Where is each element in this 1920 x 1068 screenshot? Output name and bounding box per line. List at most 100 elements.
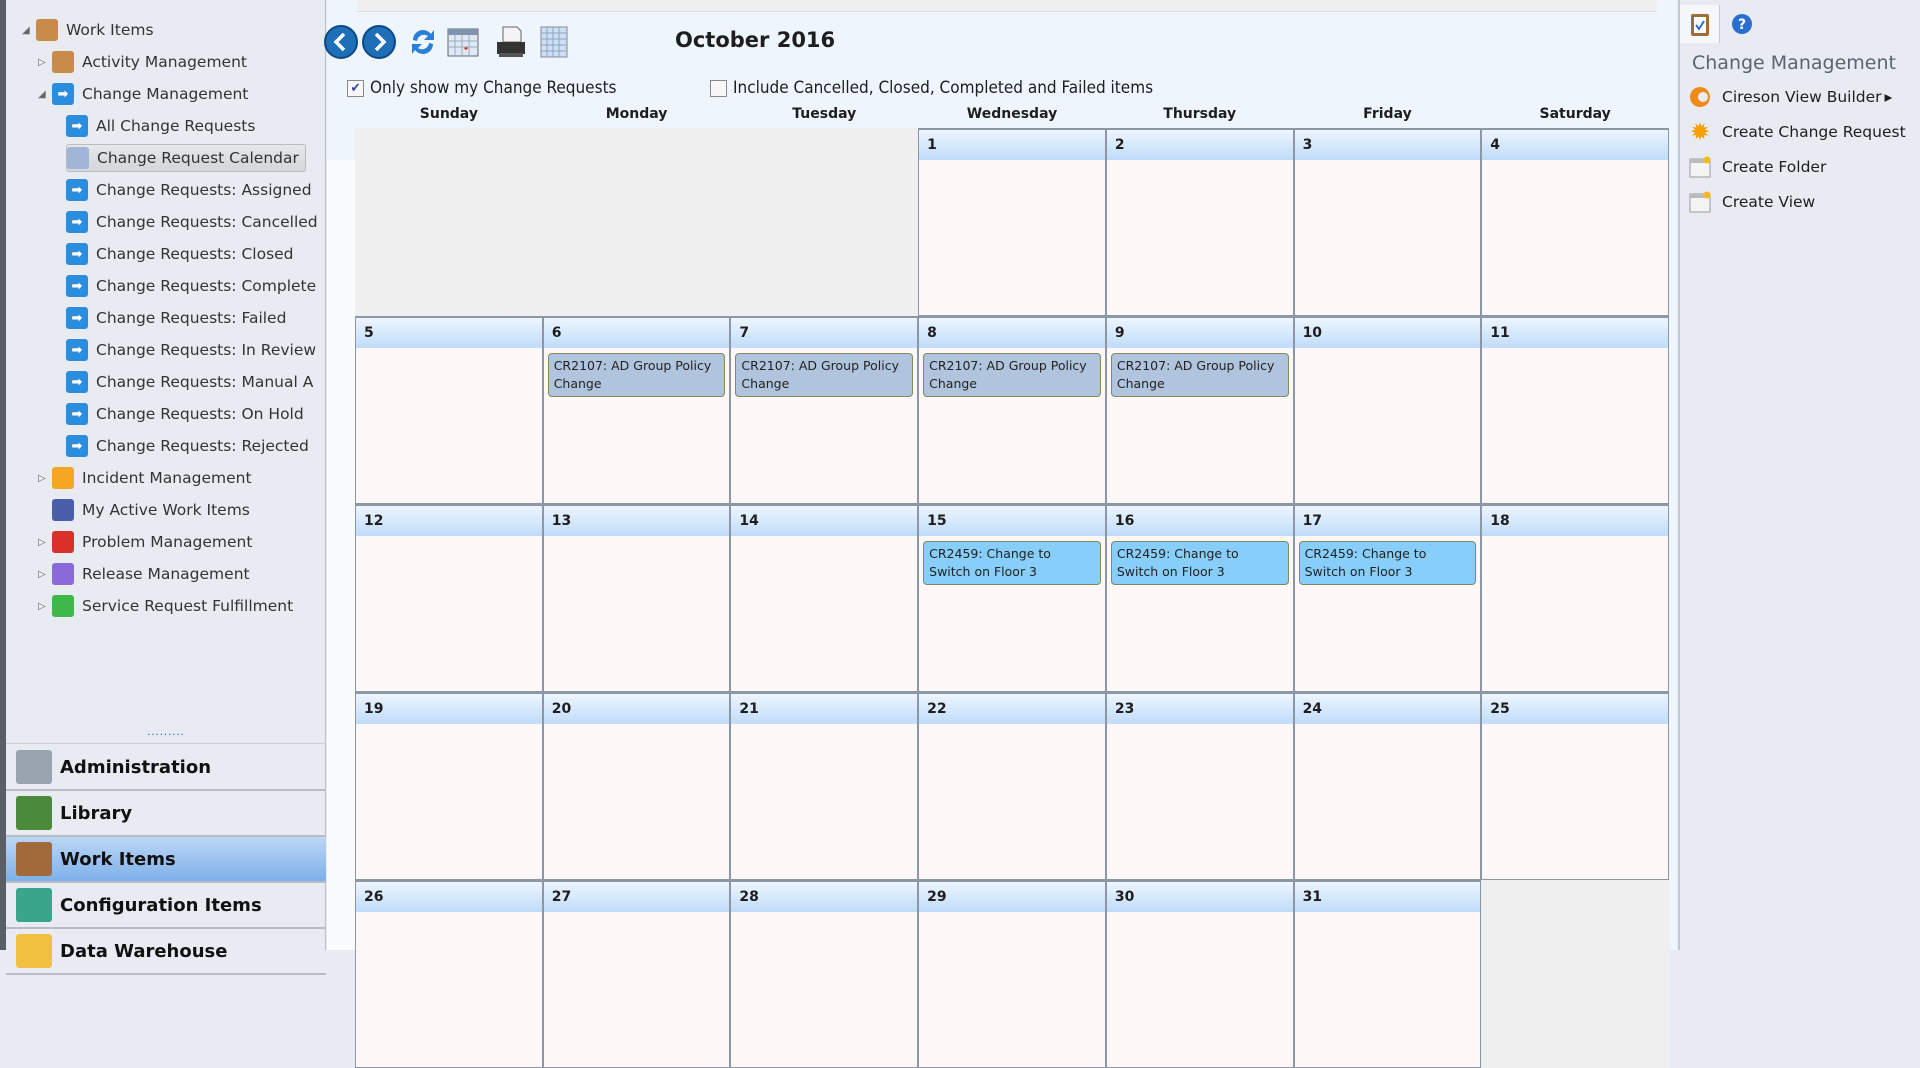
day-cell[interactable]: 23 [1105, 692, 1294, 880]
tree-item[interactable]: ➡ All Change Requests [66, 112, 255, 140]
expanded-arrow-icon[interactable]: ◢ [38, 89, 52, 100]
tree-item-label: Activity Management [82, 53, 247, 71]
day-cell[interactable]: 29 [918, 880, 1106, 1068]
help-tab[interactable]: ? [1722, 5, 1762, 43]
day-cell[interactable]: 14 [730, 504, 919, 692]
day-number: 10 [1294, 318, 1481, 348]
next-month-button[interactable] [361, 24, 397, 60]
day-cell[interactable]: 2 [1105, 128, 1294, 316]
day-cell[interactable]: 18 [1481, 504, 1669, 692]
task-label: Create Change Request [1722, 123, 1906, 141]
collapse-arrow-icon[interactable]: ▷ [38, 601, 52, 612]
day-cell[interactable]: 19 [355, 692, 543, 880]
collapse-arrow-icon[interactable]: ▷ [38, 569, 52, 580]
day-number: 12 [356, 506, 542, 536]
task-create-change-request[interactable]: ✹ Create Change Request [1688, 118, 1906, 146]
calendar-event[interactable]: CR2459: Change to Switch on Floor 3 [1110, 541, 1289, 585]
tree-item[interactable]: ▷ Activity Management [38, 48, 247, 76]
day-cell[interactable]: 13 [542, 504, 731, 692]
change-assigned-icon: ➡ [66, 179, 88, 201]
day-cell[interactable]: 8 CR2107: AD Group Policy Change [918, 316, 1106, 504]
day-cell[interactable]: 15 CR2459: Change to Switch on Floor 3 [918, 504, 1106, 692]
calendar-event[interactable]: CR2107: AD Group Policy Change [1110, 353, 1289, 397]
day-cell[interactable]: 27 [542, 880, 731, 1068]
tree-item[interactable]: ▷ Release Management [38, 560, 250, 588]
expanded-arrow-icon[interactable]: ◢ [22, 25, 36, 36]
collapse-arrow-icon[interactable]: ▷ [38, 57, 52, 68]
nav-button-label: Data Warehouse [60, 940, 228, 962]
day-cell[interactable]: 10 [1293, 316, 1482, 504]
tree-item[interactable]: ➡ Change Requests: Complete [66, 272, 316, 300]
collapse-arrow-icon[interactable]: ▷ [38, 473, 52, 484]
tree-item[interactable]: My Active Work Items [38, 496, 250, 524]
day-cell[interactable]: 25 [1481, 692, 1669, 880]
tree-item[interactable]: ◢ Work Items [22, 16, 154, 44]
today-button[interactable] [445, 24, 481, 60]
day-cell[interactable]: 11 [1481, 316, 1669, 504]
task-cireson-view-builder[interactable]: Cireson View Builder ▸ [1688, 85, 1892, 109]
calendar-event[interactable]: CR2459: Change to Switch on Floor 3 [1298, 541, 1477, 585]
empty-cell [730, 128, 919, 316]
nav-button-configuration-items[interactable]: Configuration Items [6, 883, 326, 929]
tree-item-label: Change Requests: In Review [96, 341, 317, 359]
checkbox-box[interactable] [710, 79, 727, 97]
calendar-event[interactable]: CR2107: AD Group Policy Change [923, 353, 1101, 397]
previous-month-button[interactable] [323, 24, 359, 60]
day-cell[interactable]: 5 [355, 316, 543, 504]
task-create-folder[interactable]: Create Folder [1688, 155, 1826, 179]
nav-button-label: Library [60, 802, 133, 824]
nav-button-data-warehouse[interactable]: Data Warehouse [6, 929, 326, 975]
only-mine-checkbox[interactable]: ✔ Only show my Change Requests [347, 78, 617, 98]
day-cell[interactable]: 26 [355, 880, 543, 1068]
tree-item[interactable]: ➡ Change Requests: Closed [66, 240, 294, 268]
day-cell[interactable]: 22 [918, 692, 1106, 880]
calendar-event[interactable]: CR2459: Change to Switch on Floor 3 [923, 541, 1101, 585]
day-cell[interactable]: 3 [1293, 128, 1482, 316]
day-cell[interactable]: 30 [1105, 880, 1294, 1068]
day-cell[interactable]: 1 [918, 128, 1106, 316]
tree-item[interactable]: ▷ Incident Management [38, 464, 252, 492]
tree-item[interactable]: ➡ Change Requests: Assigned [66, 176, 312, 204]
include-closed-checkbox[interactable]: Include Cancelled, Closed, Completed and… [710, 78, 1153, 98]
task-create-view[interactable]: Create View [1688, 190, 1815, 214]
collapse-arrow-icon[interactable]: ▷ [38, 537, 52, 548]
day-number: 14 [731, 506, 918, 536]
day-cell[interactable]: 12 [355, 504, 543, 692]
day-cell[interactable]: 20 [542, 692, 731, 880]
day-cell[interactable]: 21 [730, 692, 919, 880]
pane-splitter[interactable]: ········· [6, 730, 326, 744]
nav-button-work-items[interactable]: Work Items [6, 837, 326, 883]
print-button[interactable] [493, 24, 529, 60]
day-number: 28 [731, 882, 918, 912]
tree-item[interactable]: ▷ Problem Management [38, 528, 252, 556]
calendar-event[interactable]: CR2107: AD Group Policy Change [547, 353, 726, 397]
nav-button-administration[interactable]: Administration [6, 745, 326, 791]
tasks-tab[interactable] [1680, 5, 1720, 43]
tree-item[interactable]: ➡ Change Requests: In Review [66, 336, 316, 364]
calendar-event[interactable]: CR2107: AD Group Policy Change [735, 353, 914, 397]
day-cell[interactable]: 7 CR2107: AD Group Policy Change [730, 316, 919, 504]
day-cell[interactable]: 28 [730, 880, 919, 1068]
day-cell[interactable]: 16 CR2459: Change to Switch on Floor 3 [1105, 504, 1294, 692]
nav-button-library[interactable]: Library [6, 791, 326, 837]
day-cell[interactable]: 17 CR2459: Change to Switch on Floor 3 [1293, 504, 1482, 692]
tree-item[interactable]: ➡ Change Requests: Rejected [66, 432, 309, 460]
day-cell[interactable]: 4 [1481, 128, 1669, 316]
day-cell[interactable]: 6 CR2107: AD Group Policy Change [542, 316, 731, 504]
tree-item[interactable]: ➡ Change Requests: Manual A [66, 368, 313, 396]
month-view-button[interactable] [537, 24, 573, 60]
tree-item[interactable]: ➡ Change Requests: Cancelled [66, 208, 318, 236]
day-cell[interactable]: 24 [1293, 692, 1482, 880]
day-cell[interactable]: 9 CR2107: AD Group Policy Change [1105, 316, 1294, 504]
tree-item[interactable]: ◢ ➡ Change Management [38, 80, 248, 108]
change-hold-icon: ➡ [66, 403, 88, 425]
change-closed-icon: ➡ [66, 243, 88, 265]
checkbox-box[interactable]: ✔ [347, 79, 364, 97]
tree-item[interactable]: ▷ Service Request Fulfillment [38, 592, 293, 620]
day-cell[interactable]: 31 [1293, 880, 1482, 1068]
refresh-button[interactable] [405, 24, 441, 60]
tree-item[interactable]: ➡ Change Requests: Failed [66, 304, 286, 332]
tree-item[interactable]: Change Request Calendar [66, 144, 306, 172]
tree-item[interactable]: ➡ Change Requests: On Hold [66, 400, 304, 428]
change-manual-icon: ➡ [66, 371, 88, 393]
